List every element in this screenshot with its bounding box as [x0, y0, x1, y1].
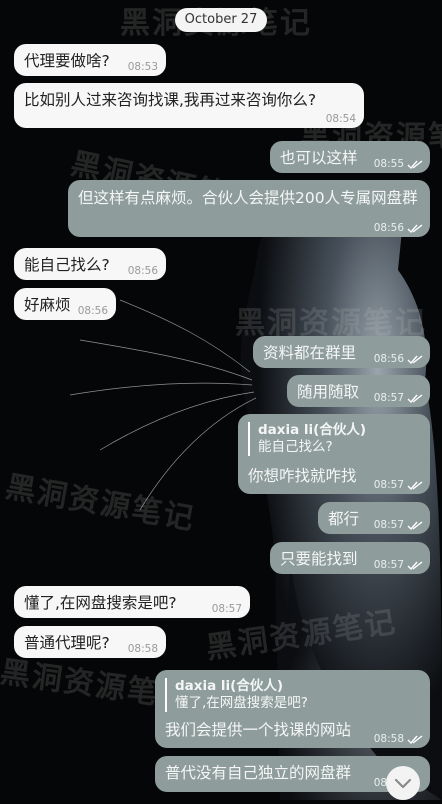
message-bubble[interactable]: 懂了,在网盘搜索是吧? 08:57: [14, 586, 250, 618]
message-bubble[interactable]: 好麻烦 08:56: [14, 288, 116, 320]
double-check-icon: [407, 355, 423, 364]
message-bubble[interactable]: 代理要做啥? 08:53: [14, 44, 166, 76]
message-time: 08:53: [127, 61, 158, 73]
message-text: 懂了,在网盘搜索是吧?: [24, 594, 177, 612]
message-time: 08:57: [373, 559, 404, 571]
message-time: 08:56: [77, 305, 108, 317]
message-bubble[interactable]: 随用随取 08:57: [287, 375, 430, 407]
double-check-icon: [407, 735, 423, 744]
message-time: 08:54: [325, 113, 356, 125]
message-time: 08:55: [373, 158, 404, 170]
double-check-icon: [407, 394, 423, 403]
message-bubble[interactable]: 只要能找到 08:57: [270, 542, 430, 574]
reply-message-bubble[interactable]: daxia li(合伙人) 能自己找么? 你想咋找就咋找 08:57: [238, 414, 430, 494]
chevron-down-icon: [394, 778, 412, 789]
double-check-icon: [407, 224, 423, 233]
quoted-author: daxia li(合伙人): [258, 422, 367, 438]
scroll-to-bottom-button[interactable]: [386, 766, 420, 800]
message-time: 08:58: [373, 733, 404, 745]
message-time: 08:57: [373, 479, 404, 491]
double-check-icon: [407, 521, 423, 530]
message-time: 08:57: [373, 519, 404, 531]
quoted-text: 能自己找么?: [258, 439, 333, 455]
quoted-text: 懂了,在网盘搜索是吧?: [175, 695, 308, 711]
quoted-author: daxia li(合伙人): [175, 678, 284, 694]
message-bubble[interactable]: 也可以这样 08:55: [270, 141, 430, 173]
message-time: 08:57: [211, 603, 242, 615]
message-time: 08:56: [373, 222, 404, 234]
double-check-icon: [407, 481, 423, 490]
message-text: 比如别人过来咨询找课,我再过来咨询你么?: [24, 91, 317, 109]
message-bubble[interactable]: 资料都在群里 08:56: [253, 336, 430, 368]
date-header: October 27: [175, 8, 267, 32]
message-bubble[interactable]: 普通代理呢? 08:58: [14, 626, 166, 658]
double-check-icon: [407, 561, 423, 570]
message-time: 08:56: [373, 353, 404, 365]
message-text: 但这样有点麻烦。合伙人会提供200人专属网盘群: [78, 189, 418, 207]
reply-message-bubble[interactable]: daxia li(合伙人) 懂了,在网盘搜索是吧? 我们会提供一个找课的网站 0…: [155, 670, 430, 748]
message-bubble[interactable]: 都行 08:57: [318, 502, 430, 534]
message-bubble[interactable]: 但这样有点麻烦。合伙人会提供200人专属网盘群 08:56: [68, 180, 430, 237]
message-time: 08:58: [127, 643, 158, 655]
message-time: 08:57: [373, 392, 404, 404]
message-time: 08:56: [127, 265, 158, 277]
double-check-icon: [407, 160, 423, 169]
message-bubble[interactable]: 比如别人过来咨询找课,我再过来咨询你么? 08:54: [14, 83, 364, 128]
quoted-message[interactable]: daxia li(合伙人) 懂了,在网盘搜索是吧?: [165, 678, 420, 712]
quoted-message[interactable]: daxia li(合伙人) 能自己找么?: [248, 422, 420, 456]
message-bubble[interactable]: 能自己找么? 08:56: [14, 248, 166, 280]
